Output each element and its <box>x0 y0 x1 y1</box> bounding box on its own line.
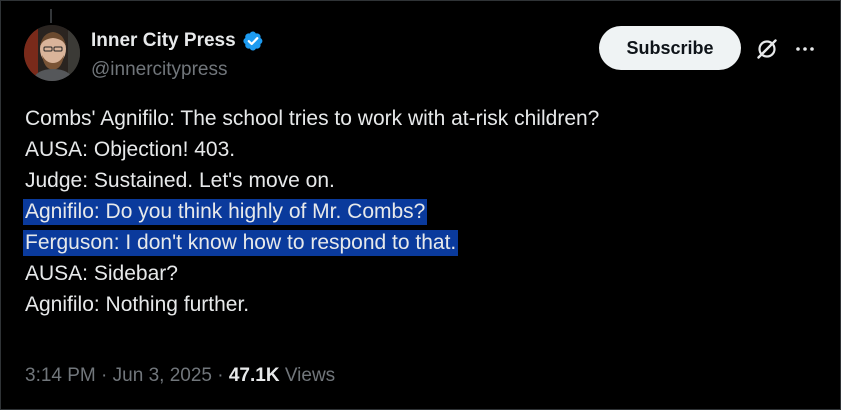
user-handle[interactable]: @innercitypress <box>91 57 264 83</box>
tweet-line: Combs' Agnifilo: The school tries to wor… <box>25 103 815 134</box>
tweet-line-highlighted: Agnifilo: Do you think highly of Mr. Com… <box>23 196 815 227</box>
tweet-text: Combs' Agnifilo: The school tries to wor… <box>23 103 815 320</box>
verified-badge-icon <box>243 31 263 51</box>
selected-text: Ferguson: I don't know how to respond to… <box>23 230 459 256</box>
avatar[interactable] <box>24 25 80 81</box>
tweet-time[interactable]: 3:14 PM <box>25 365 96 386</box>
tweet-line-highlighted: Ferguson: I don't know how to respond to… <box>23 227 815 258</box>
tweet-meta: 3:14 PM · Jun 3, 2025 · 47.1K Views <box>25 363 335 389</box>
subscribe-button[interactable]: Subscribe <box>599 26 741 70</box>
display-name[interactable]: Inner City Press <box>91 28 236 54</box>
meta-separator: · <box>211 365 229 386</box>
grok-icon[interactable] <box>755 37 779 61</box>
selected-text: Agnifilo: Do you think highly of Mr. Com… <box>23 199 428 225</box>
tweet-line: AUSA: Objection! 403. <box>25 134 815 165</box>
author-block: Inner City Press @innercitypress <box>91 28 264 83</box>
tweet-line-text: Combs' Agnifilo: The school tries to wor… <box>25 107 600 130</box>
tweet-date[interactable]: Jun 3, 2025 <box>113 365 212 386</box>
tweet-line: Agnifilo: Nothing further. <box>25 289 815 320</box>
tweet-line-text: AUSA: Sidebar? <box>25 262 178 285</box>
tweet-line-text: AUSA: Objection! 403. <box>25 138 236 161</box>
more-options-icon[interactable] <box>793 37 817 61</box>
tweet-line: AUSA: Sidebar? <box>25 258 815 289</box>
views-label: Views <box>284 365 336 386</box>
tweet-line-text: Agnifilo: Nothing further. <box>25 293 250 316</box>
display-name-row: Inner City Press <box>91 28 264 54</box>
meta-separator: · <box>95 365 113 386</box>
tweet-line: Judge: Sustained. Let's move on. <box>25 165 815 196</box>
tweet-card: Inner City Press @innercitypress Subscri… <box>0 0 841 410</box>
thread-connector-line <box>50 9 52 23</box>
tweet-line-text: Judge: Sustained. Let's move on. <box>25 169 335 192</box>
avatar-image <box>24 25 80 81</box>
views-count: 47.1K <box>228 365 280 386</box>
